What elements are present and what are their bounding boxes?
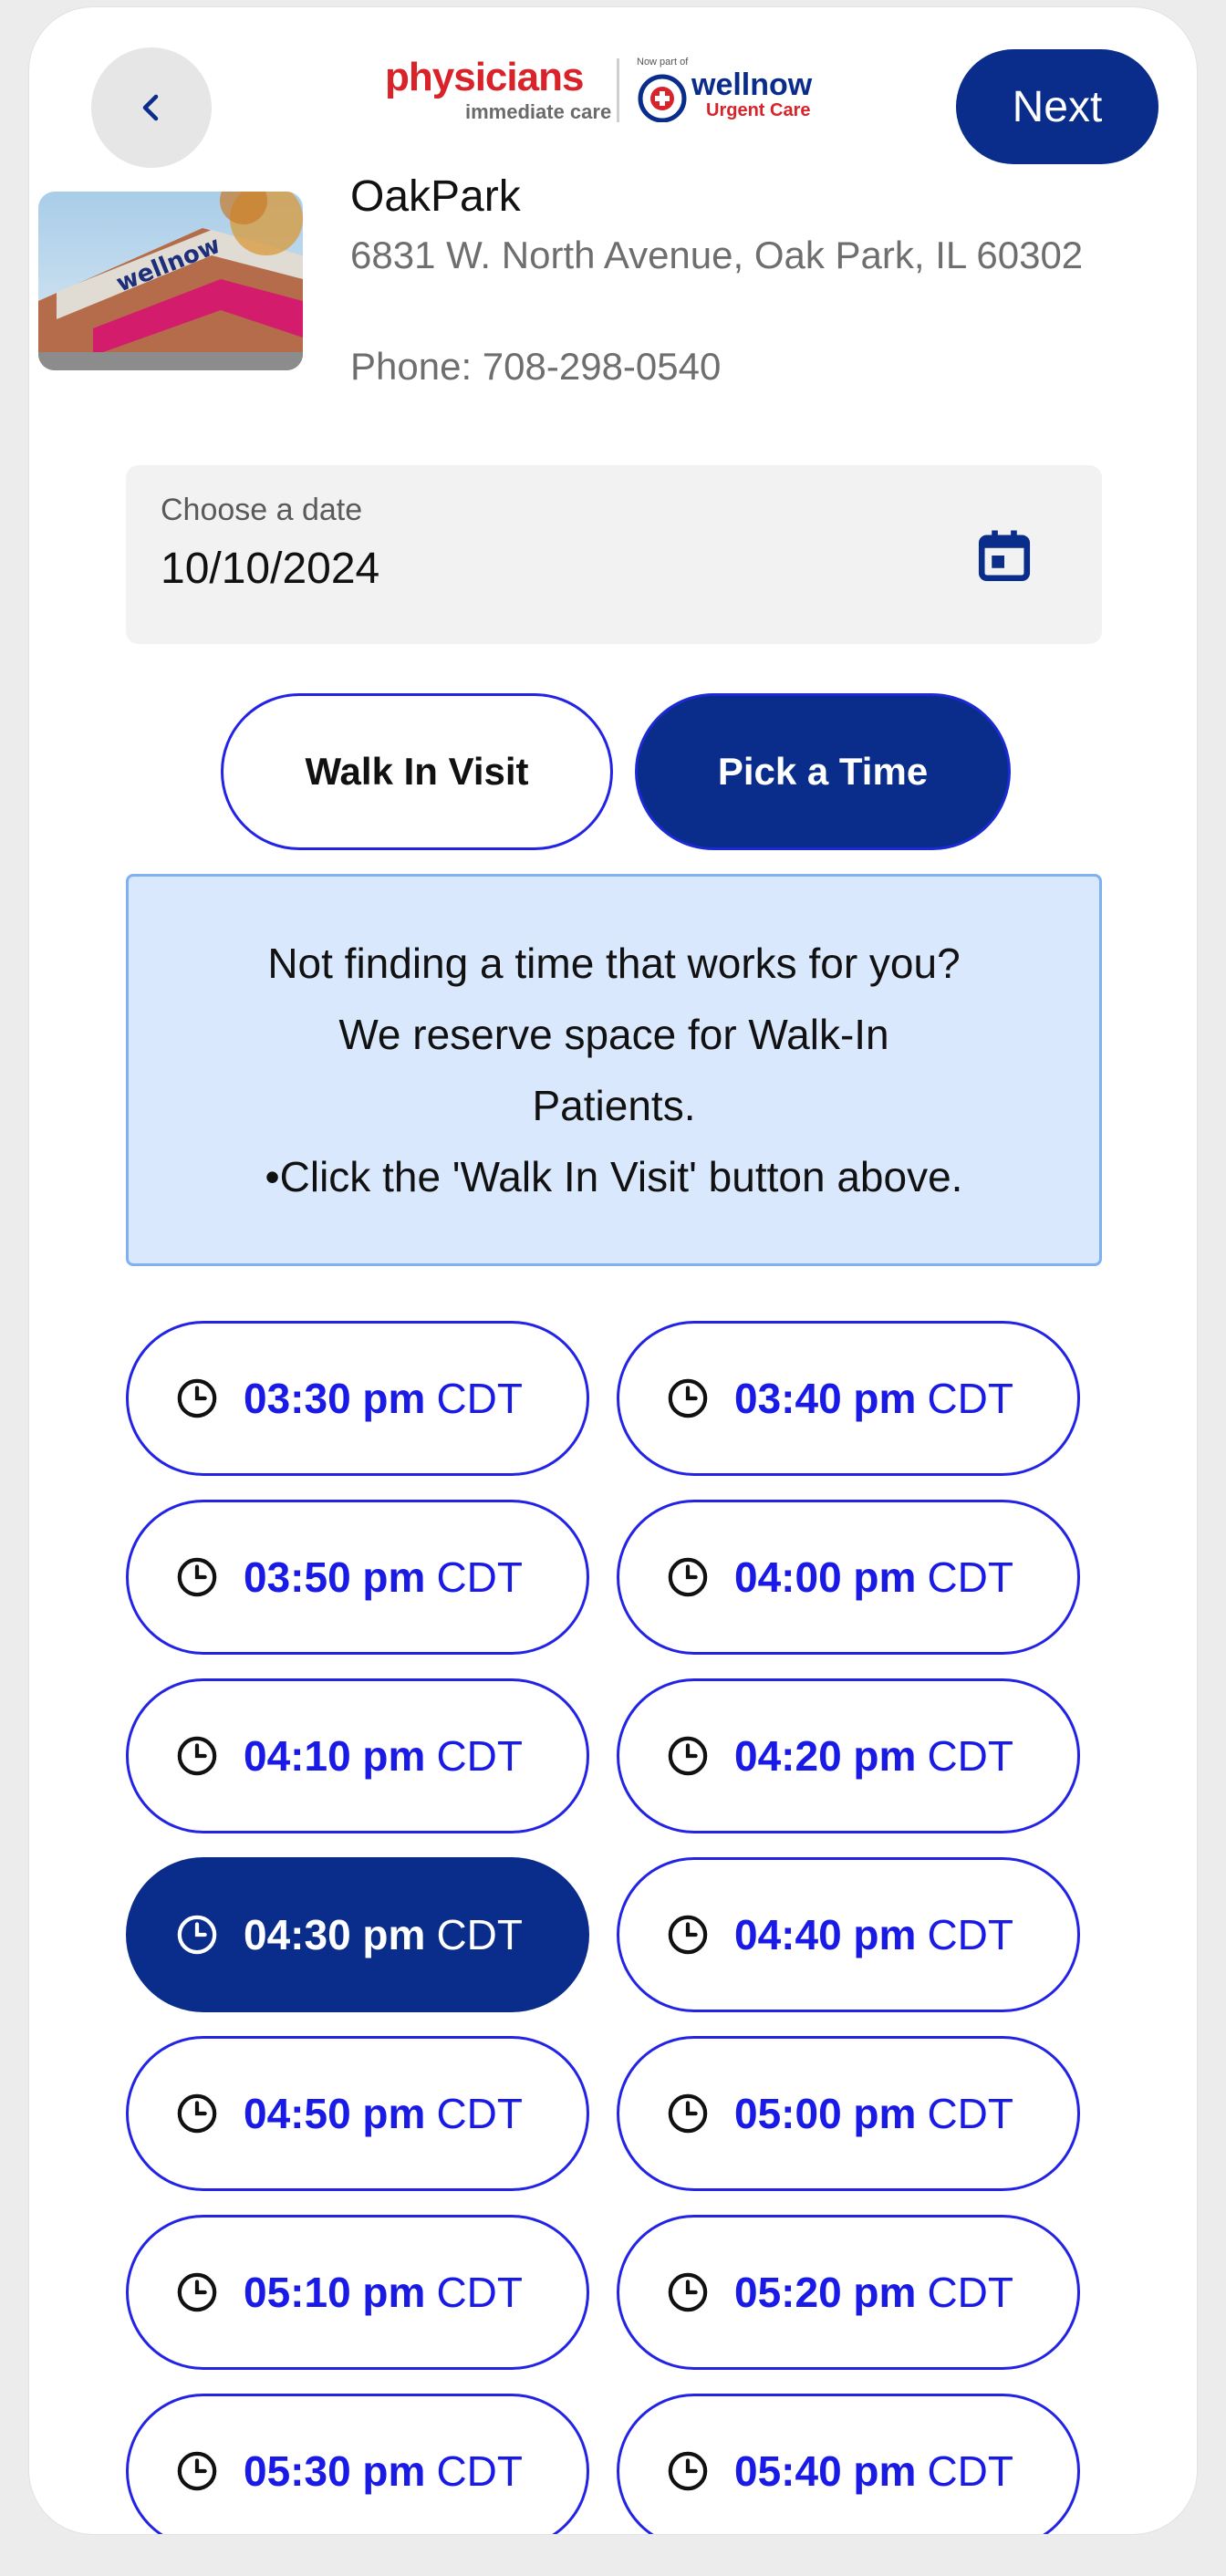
time-slot-time: 03:30 pm: [244, 1375, 426, 1422]
time-slot-button[interactable]: 05:30 pm CDT: [126, 2394, 589, 2534]
time-slot-time: 05:10 pm: [244, 2269, 426, 2316]
pick-a-time-button[interactable]: Pick a Time: [635, 693, 1011, 850]
time-slot-time: 04:00 pm: [734, 1553, 917, 1601]
walk-in-info-text: Not finding a time that works for you? W…: [238, 928, 991, 1212]
time-slot-timezone: CDT: [927, 2090, 1013, 2137]
time-slot-button[interactable]: 03:30 pm CDT: [126, 1321, 589, 1476]
logo-partner-sub: Urgent Care: [706, 100, 811, 120]
location-name: OakPark: [350, 172, 521, 221]
time-slot-time: 05:20 pm: [734, 2269, 917, 2316]
walk-in-info-box: Not finding a time that works for you? W…: [126, 874, 1102, 1266]
calendar-icon[interactable]: [974, 525, 1034, 586]
clinic-photo: wellnow: [38, 192, 303, 370]
clock-icon: [668, 1378, 708, 1418]
logo-brand-text: physicians: [385, 55, 584, 99]
time-slot-timezone: CDT: [927, 2269, 1013, 2316]
clock-icon: [668, 2272, 708, 2312]
next-button[interactable]: Next: [956, 49, 1158, 164]
time-slot-timezone: CDT: [436, 1911, 523, 1958]
info-line: Patients.: [532, 1082, 696, 1129]
wellnow-mark-icon: [638, 74, 687, 122]
logo-partner-text: wellnow: [691, 68, 813, 102]
time-slot-button[interactable]: 04:30 pm CDT: [126, 1857, 589, 2012]
time-slot-timezone: CDT: [436, 2090, 523, 2137]
time-slot-button[interactable]: 05:20 pm CDT: [617, 2215, 1080, 2370]
time-slot-time: 03:50 pm: [244, 1553, 426, 1601]
time-slot-button[interactable]: 04:50 pm CDT: [126, 2036, 589, 2191]
chevron-left-icon: [142, 94, 159, 121]
brand-logo: physicians immediate care Now part of we…: [385, 55, 878, 139]
clock-icon: [177, 1736, 217, 1776]
time-slot-timezone: CDT: [436, 1553, 523, 1601]
time-slot-timezone: CDT: [927, 2447, 1013, 2495]
clock-icon: [177, 2272, 217, 2312]
time-slot-button[interactable]: 03:50 pm CDT: [126, 1500, 589, 1655]
time-slot-button[interactable]: 05:10 pm CDT: [126, 2215, 589, 2370]
time-slot-button[interactable]: 04:00 pm CDT: [617, 1500, 1080, 1655]
clock-icon: [668, 2093, 708, 2134]
clock-icon: [668, 2451, 708, 2491]
date-picker-field[interactable]: Choose a date 10/10/2024: [126, 465, 1102, 644]
time-slot-time: 05:40 pm: [734, 2447, 917, 2495]
logo-divider: [617, 58, 619, 122]
location-address: 6831 W. North Avenue, Oak Park, IL 60302: [350, 234, 1084, 276]
info-line: We reserve space for Walk-In: [338, 1011, 889, 1058]
time-slot-time: 03:40 pm: [734, 1375, 917, 1422]
info-line: •Click the 'Walk In Visit' button above.: [265, 1153, 963, 1200]
clock-icon: [177, 2093, 217, 2134]
logo-tagline: immediate care: [465, 100, 612, 123]
time-slot-button[interactable]: 05:40 pm CDT: [617, 2394, 1080, 2534]
time-slot-button[interactable]: 05:00 pm CDT: [617, 2036, 1080, 2191]
clock-icon: [177, 1557, 217, 1597]
time-slot-timezone: CDT: [436, 2447, 523, 2495]
time-slot-timezone: CDT: [436, 2269, 523, 2316]
time-slot-timezone: CDT: [436, 1375, 523, 1422]
time-slot-button[interactable]: 04:10 pm CDT: [126, 1678, 589, 1833]
time-slot-button[interactable]: 04:20 pm CDT: [617, 1678, 1080, 1833]
time-slot-timezone: CDT: [436, 1732, 523, 1780]
time-slot-time: 04:10 pm: [244, 1732, 426, 1780]
time-slot-button[interactable]: 03:40 pm CDT: [617, 1321, 1080, 1476]
time-slot-time: 04:50 pm: [244, 2090, 426, 2137]
walk-in-visit-button[interactable]: Walk In Visit: [221, 693, 613, 850]
clock-icon: [668, 1557, 708, 1597]
time-slot-button[interactable]: 04:40 pm CDT: [617, 1857, 1080, 2012]
clock-icon: [668, 1736, 708, 1776]
time-slot-time: 05:00 pm: [734, 2090, 917, 2137]
date-field-label: Choose a date: [161, 493, 363, 527]
clock-icon: [177, 2451, 217, 2491]
time-slot-time: 04:30 pm: [244, 1911, 426, 1958]
info-line: Not finding a time that works for you?: [267, 940, 961, 987]
time-slot-timezone: CDT: [927, 1375, 1013, 1422]
phone-screen: physicians immediate care Now part of we…: [29, 7, 1197, 2534]
time-slot-timezone: CDT: [927, 1553, 1013, 1601]
time-slot-timezone: CDT: [927, 1911, 1013, 1958]
location-phone: Phone: 708-298-0540: [350, 345, 722, 388]
date-field-value[interactable]: 10/10/2024: [161, 544, 379, 594]
clock-icon: [177, 1915, 217, 1955]
clock-icon: [668, 1915, 708, 1955]
time-slot-timezone: CDT: [927, 1732, 1013, 1780]
clock-icon: [177, 1378, 217, 1418]
time-slot-time: 04:40 pm: [734, 1911, 917, 1958]
time-slot-time: 05:30 pm: [244, 2447, 426, 2495]
logo-now-part-of: Now part of: [637, 57, 689, 68]
back-button[interactable]: [91, 47, 212, 168]
time-slot-time: 04:20 pm: [734, 1732, 917, 1780]
